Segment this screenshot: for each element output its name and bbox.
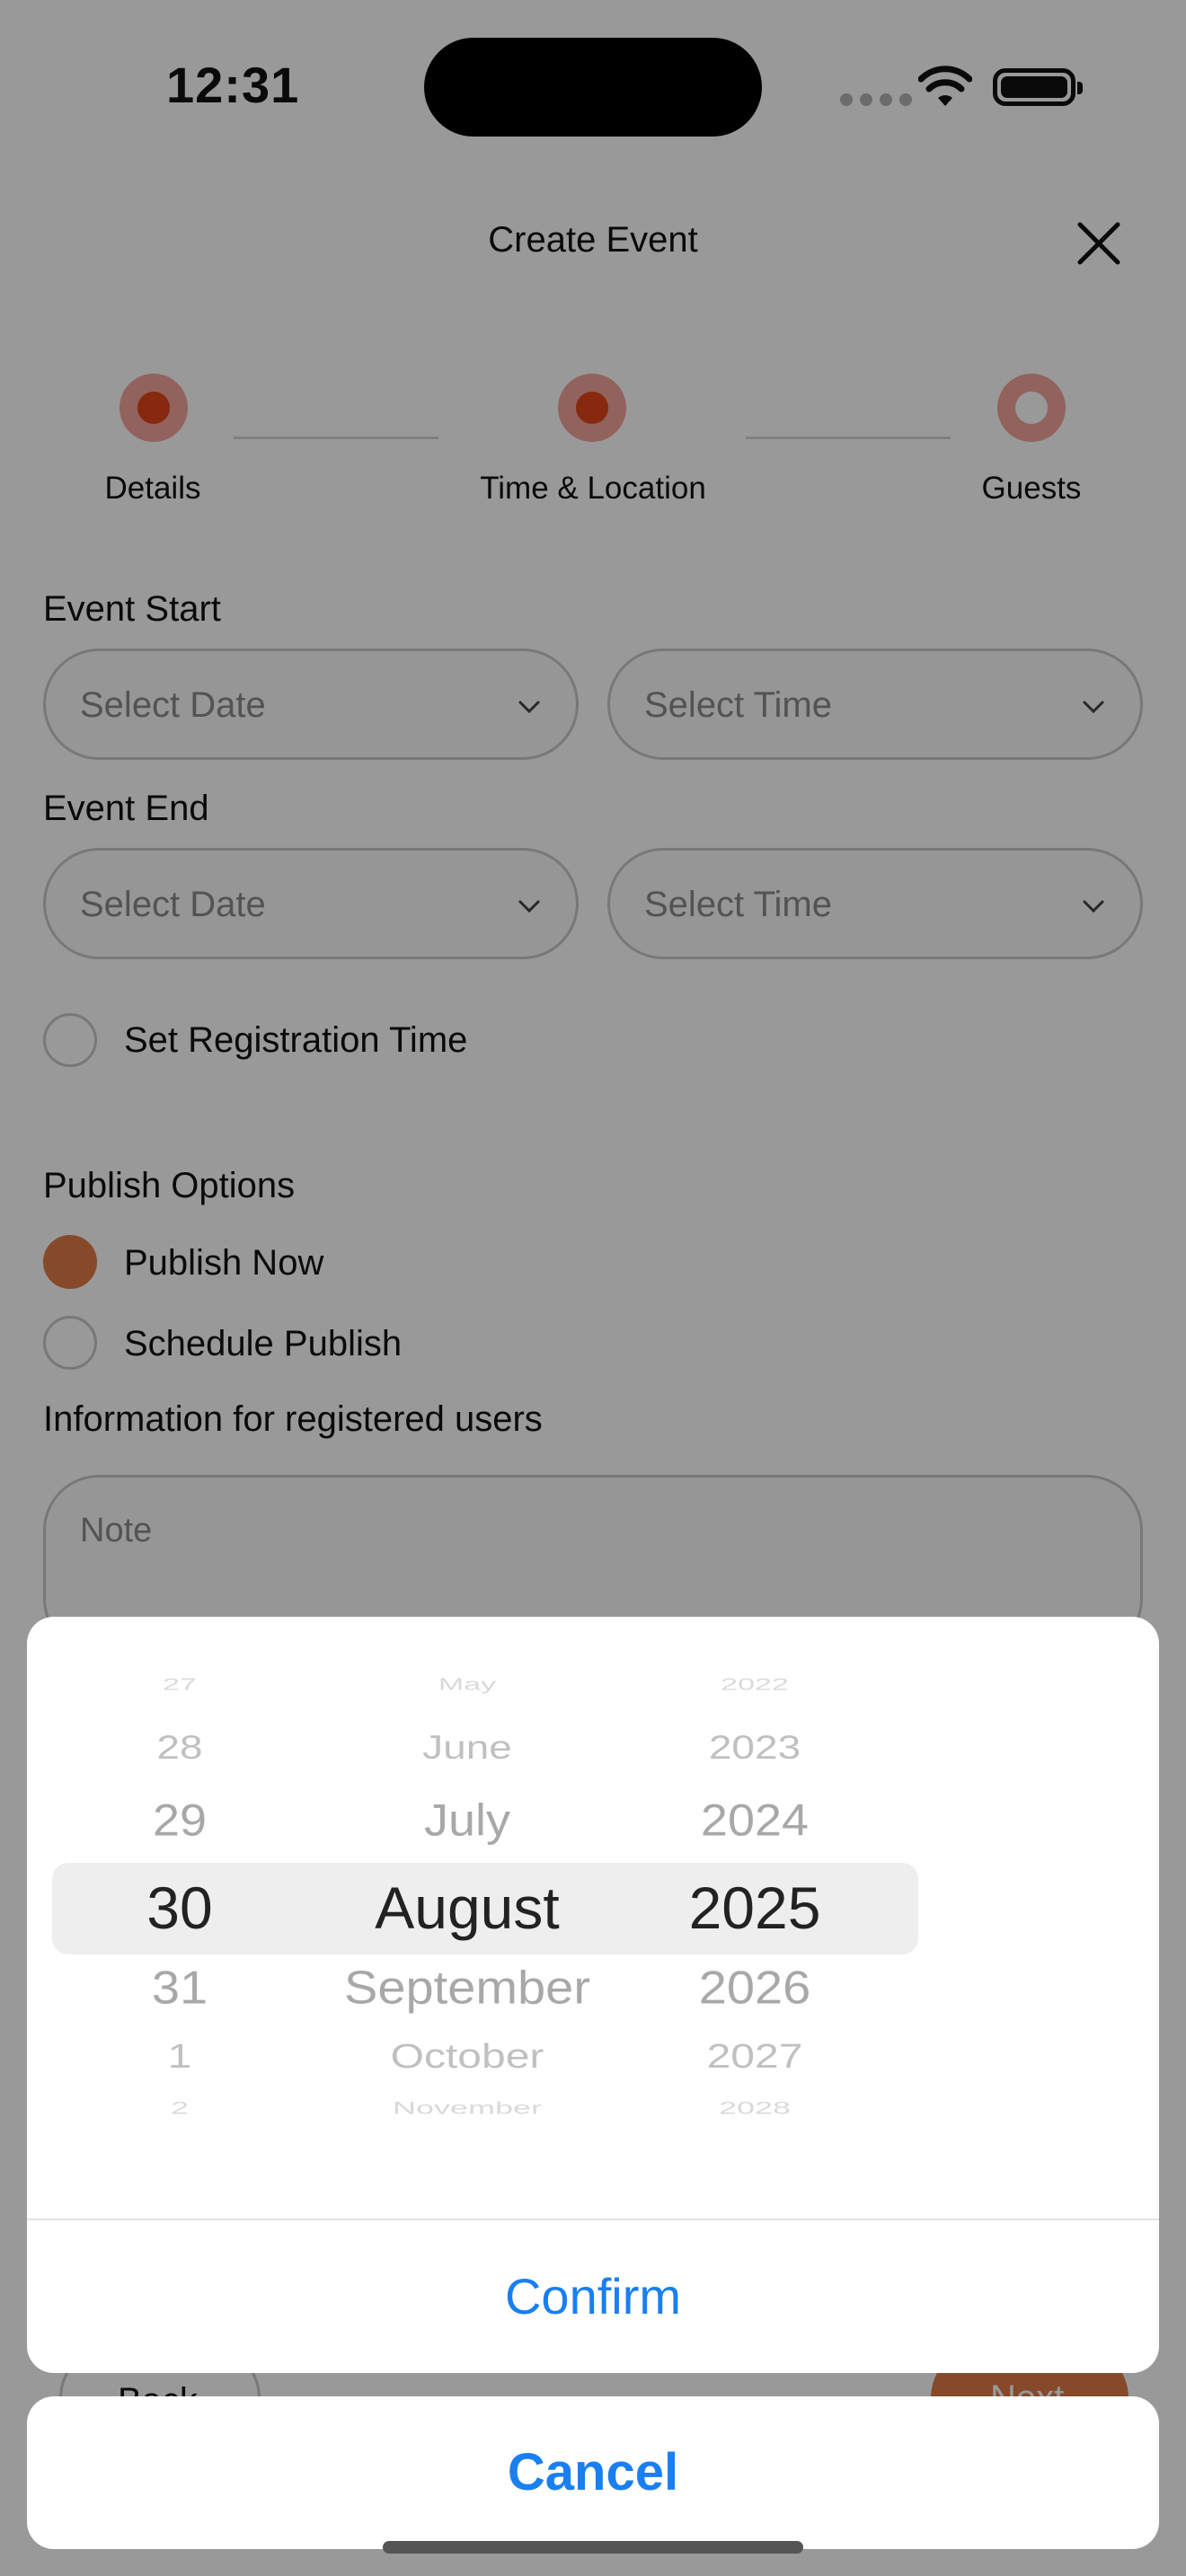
month-wheel[interactable]: May June July August September October Novembe… <box>261 1617 674 2156</box>
month-option[interactable]: June <box>261 1727 674 1766</box>
year-option[interactable]: 2024 <box>620 1795 890 1846</box>
day-option[interactable]: 2 <box>81 2097 279 2118</box>
day-option[interactable]: 27 <box>81 1675 279 1694</box>
cancel-sheet: Cancel <box>27 2396 1159 2549</box>
day-option[interactable]: 1 <box>81 2037 279 2077</box>
day-option[interactable]: 31 <box>81 1961 279 2015</box>
month-option[interactable]: July <box>261 1795 674 1846</box>
day-option[interactable]: 29 <box>81 1795 279 1846</box>
confirm-button[interactable]: Confirm <box>27 2220 1159 2373</box>
year-option[interactable]: 2025 <box>620 1874 890 1942</box>
home-indicator <box>383 2541 803 2554</box>
month-option[interactable]: May <box>261 1675 674 1694</box>
year-option[interactable]: 2023 <box>620 1727 890 1766</box>
day-option[interactable]: 30 <box>81 1874 279 1942</box>
month-option[interactable]: August <box>261 1874 674 1942</box>
year-option[interactable]: 2028 <box>620 2097 890 2118</box>
day-wheel[interactable]: 27 28 29 30 31 1 2 <box>81 1617 279 2156</box>
cancel-button[interactable]: Cancel <box>27 2396 1159 2549</box>
year-wheel[interactable]: 2022 2023 2024 2025 2026 2027 2028 <box>620 1617 890 2156</box>
year-option[interactable]: 2026 <box>620 1961 890 2015</box>
year-option[interactable]: 2022 <box>620 1675 890 1694</box>
year-option[interactable]: 2027 <box>620 2037 890 2077</box>
month-option[interactable]: October <box>261 2037 674 2077</box>
date-picker-sheet: 27 28 29 30 31 1 2 May June July August September O… <box>27 1617 1159 2373</box>
day-option[interactable]: 28 <box>81 1727 279 1766</box>
month-option[interactable]: September <box>261 1961 674 2015</box>
month-option[interactable]: November <box>261 2097 674 2118</box>
